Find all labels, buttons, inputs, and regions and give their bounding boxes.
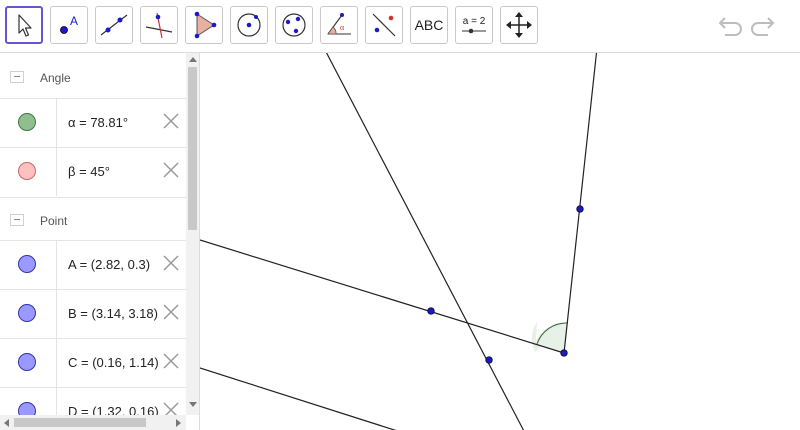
slider-icon: a = 2: [459, 16, 489, 35]
point[interactable]: [427, 307, 435, 315]
angle-tool-button[interactable]: α: [320, 6, 358, 44]
slider-tool-button[interactable]: a = 2: [455, 6, 493, 44]
point[interactable]: [560, 349, 568, 357]
visibility-toggle[interactable]: [18, 162, 36, 180]
close-icon[interactable]: [162, 161, 180, 179]
polygon-tool-button[interactable]: [185, 6, 223, 44]
circle-three-points-tool-button[interactable]: [275, 6, 313, 44]
list-item[interactable]: A = (2.82, 0.3): [0, 240, 186, 289]
object-definition[interactable]: α = 78.81°: [68, 115, 162, 130]
close-icon[interactable]: [162, 112, 180, 130]
visibility-toggle[interactable]: [18, 255, 36, 273]
scroll-left-icon[interactable]: [4, 419, 9, 427]
group-label: Point: [40, 214, 68, 228]
object-definition[interactable]: A = (2.82, 0.3): [68, 257, 162, 272]
close-icon[interactable]: [162, 254, 180, 272]
list-item[interactable]: B = (3.14, 3.18): [0, 289, 186, 338]
polygon-icon: [194, 11, 217, 39]
collapse-icon[interactable]: [10, 214, 24, 226]
reflect-about-line-icon: [372, 13, 396, 37]
line-transversal[interactable]: [324, 53, 526, 430]
group-header-point[interactable]: Point: [0, 197, 186, 241]
close-icon[interactable]: [162, 303, 180, 321]
horizontal-scrollbar[interactable]: [0, 415, 186, 430]
svg-text:A: A: [70, 14, 78, 28]
text-icon: ABC: [414, 17, 444, 33]
point-a-icon: A: [60, 14, 78, 34]
list-item[interactable]: C = (0.16, 1.14): [0, 338, 186, 387]
point-tool-button[interactable]: A: [50, 6, 88, 44]
group-label: Angle: [40, 71, 71, 85]
undo-icon: [718, 17, 742, 36]
perpendicular-line-tool-button[interactable]: [140, 6, 178, 44]
scroll-up-icon[interactable]: [189, 57, 197, 62]
move-tool-button[interactable]: [5, 6, 43, 44]
visibility-toggle[interactable]: [18, 304, 36, 322]
pointer-arrow-icon: [18, 14, 32, 37]
angle-icon: α: [327, 13, 351, 35]
scrollbar-thumb[interactable]: [188, 67, 197, 230]
list-item[interactable]: α = 78.81°: [0, 98, 186, 147]
graphics-view[interactable]: [200, 53, 800, 430]
scroll-right-icon[interactable]: [176, 419, 181, 427]
perpendicular-line-icon: [145, 12, 173, 39]
object-definition[interactable]: β = 45°: [68, 164, 162, 179]
visibility-toggle[interactable]: [18, 113, 36, 131]
toolbar: A α ABC a = 2: [0, 0, 800, 53]
point[interactable]: [485, 356, 493, 364]
circle-center-point-icon: [237, 13, 261, 37]
line-ab[interactable]: [200, 239, 565, 354]
move-graphics-tool-button[interactable]: [500, 6, 538, 44]
undo-button[interactable]: [713, 12, 743, 42]
redo-button[interactable]: [750, 12, 780, 42]
circle-three-points-icon: [282, 13, 306, 37]
close-icon[interactable]: [162, 352, 180, 370]
vertical-scrollbar[interactable]: [186, 53, 199, 415]
text-tool-button[interactable]: ABC: [410, 6, 448, 44]
reflect-tool-button[interactable]: [365, 6, 403, 44]
collapse-icon[interactable]: [10, 71, 24, 83]
line-parallel[interactable]: [200, 367, 410, 430]
scrollbar-thumb[interactable]: [14, 418, 146, 427]
scroll-down-icon[interactable]: [189, 402, 197, 407]
line-through-two-points-icon: [100, 14, 128, 36]
svg-text:α: α: [340, 23, 345, 32]
circle-tool-button[interactable]: [230, 6, 268, 44]
point[interactable]: [576, 205, 584, 213]
redo-icon: [751, 17, 775, 36]
line-bc[interactable]: [563, 53, 598, 354]
algebra-view: Angle α = 78.81° β = 45° Point A = (2.82…: [0, 53, 200, 430]
object-definition[interactable]: B = (3.14, 3.18): [68, 306, 162, 321]
line-tool-button[interactable]: [95, 6, 133, 44]
object-definition[interactable]: C = (0.16, 1.14): [68, 355, 162, 370]
visibility-toggle[interactable]: [18, 353, 36, 371]
move-graphics-view-icon: [506, 12, 532, 38]
list-item[interactable]: β = 45°: [0, 147, 186, 196]
geometry-canvas[interactable]: [200, 53, 800, 430]
group-header-angle[interactable]: Angle: [0, 55, 186, 99]
